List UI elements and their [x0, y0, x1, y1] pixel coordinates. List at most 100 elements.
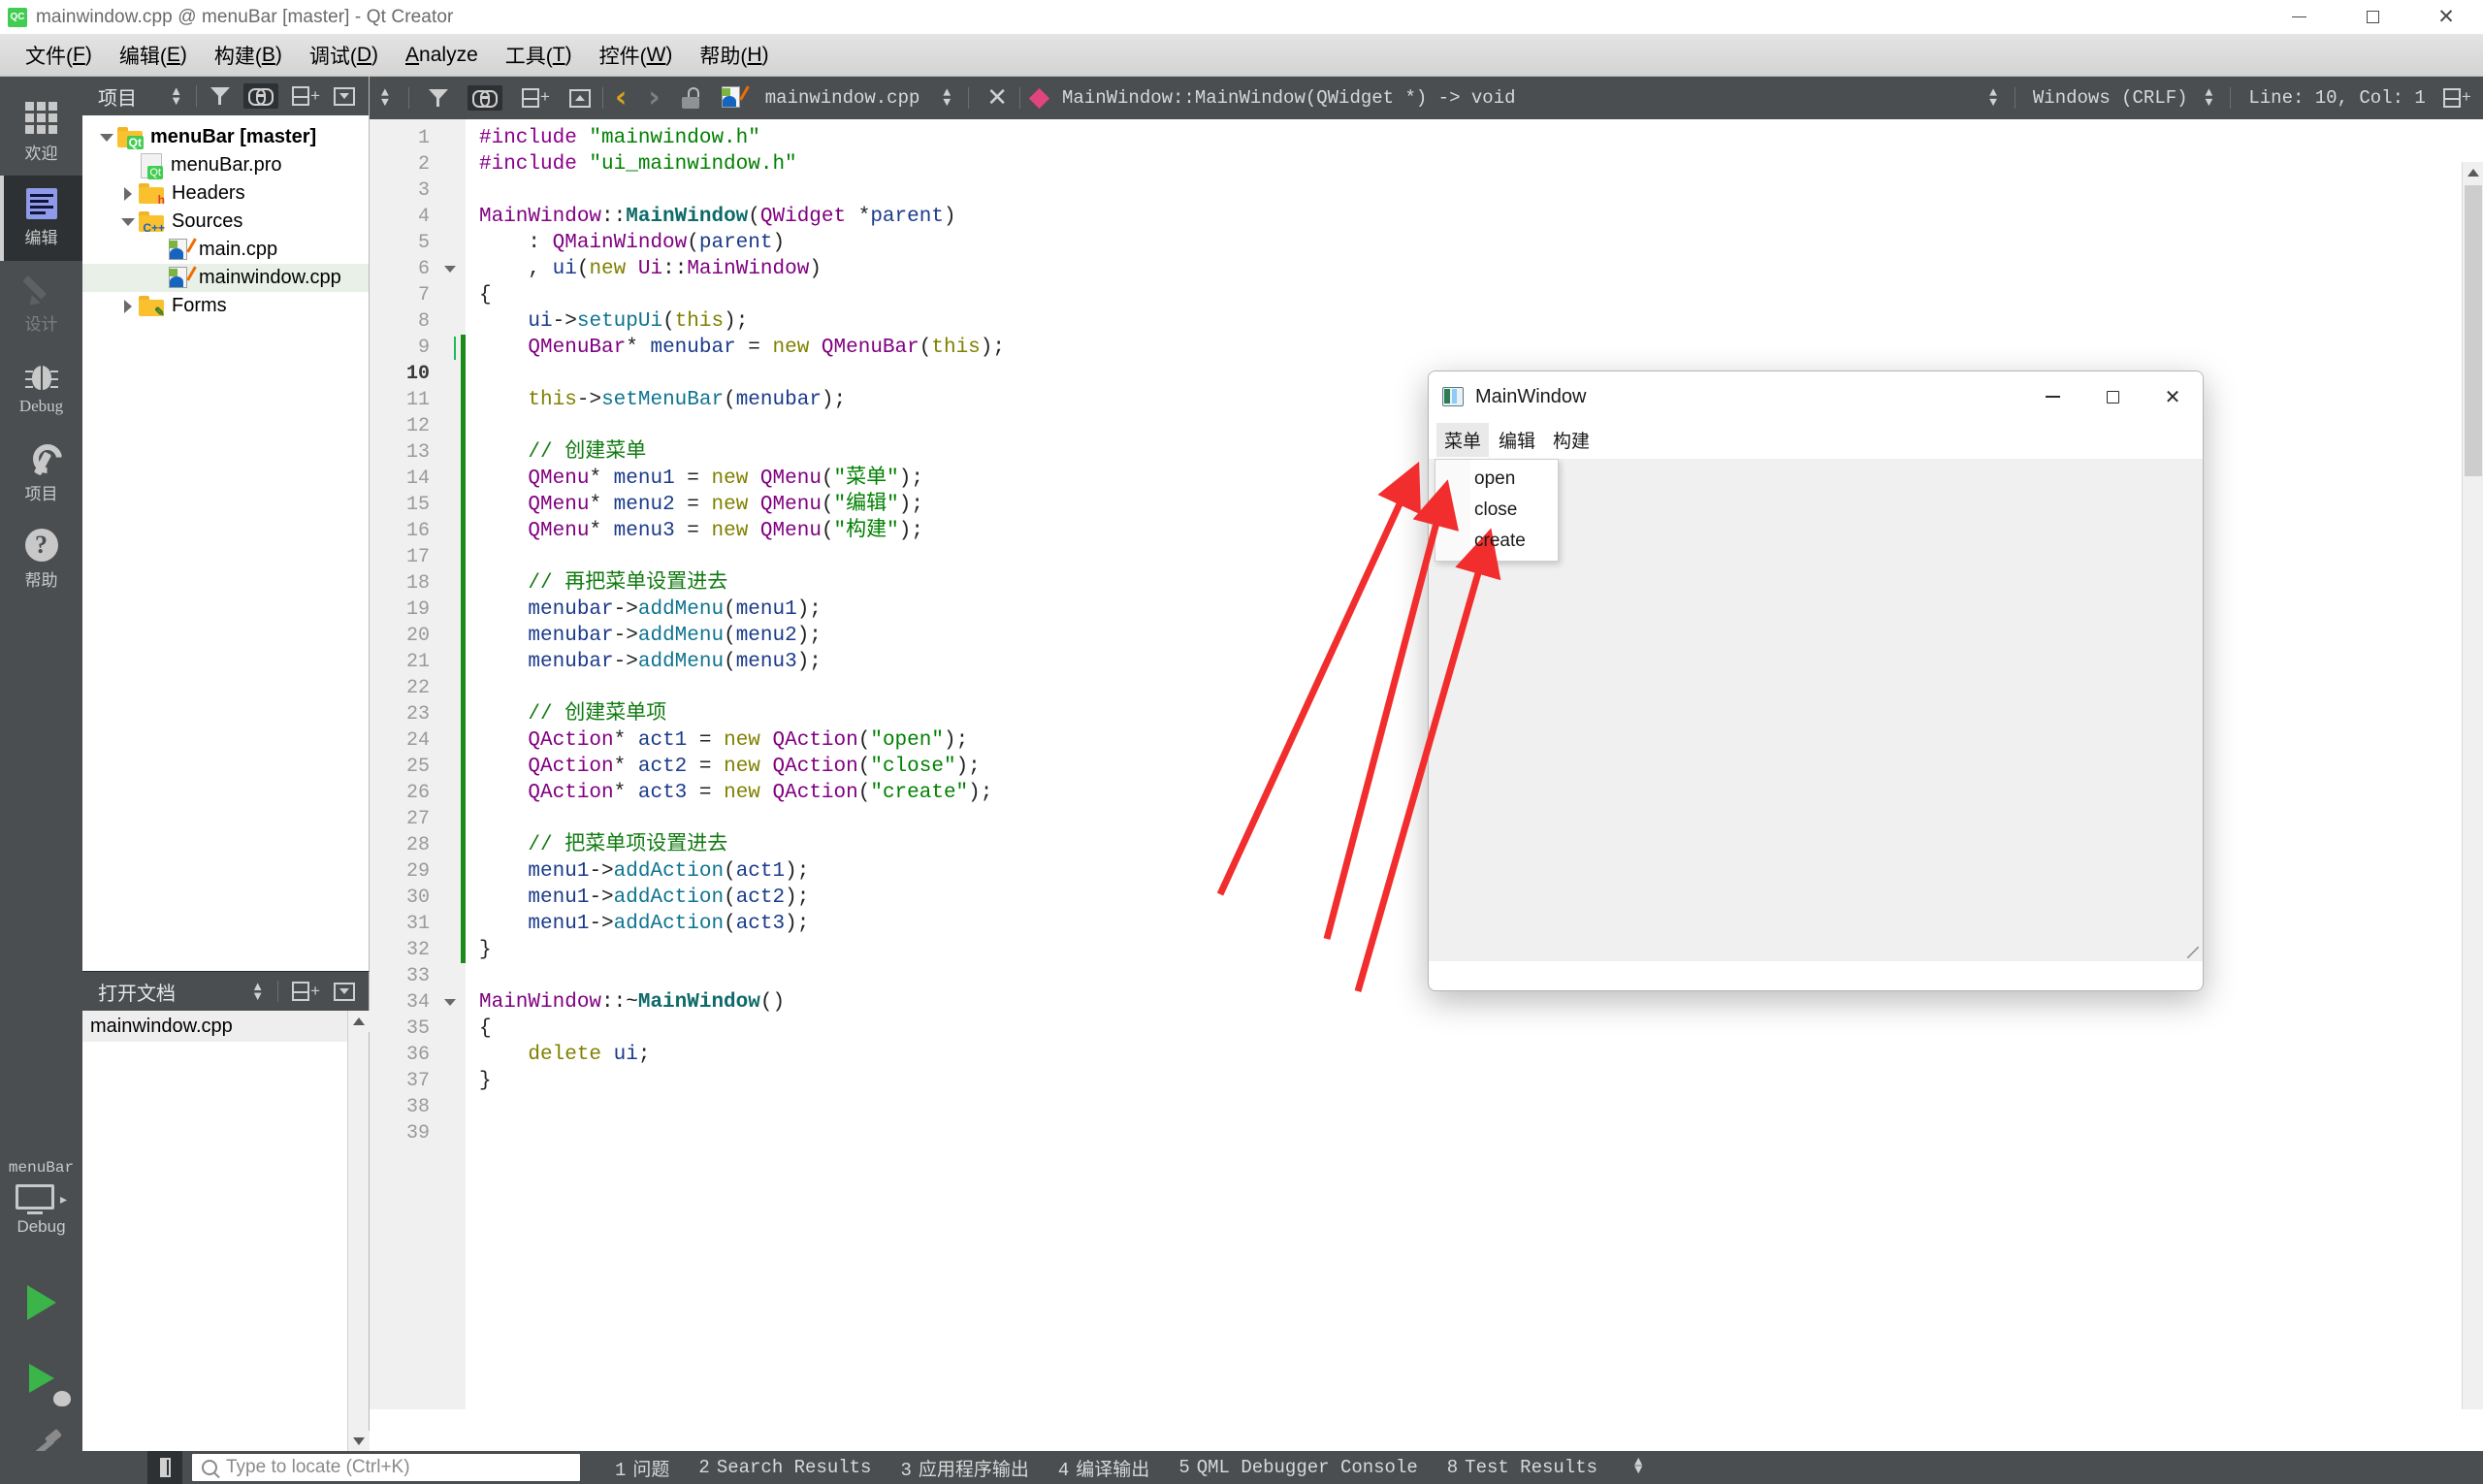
split-editor-button[interactable]: + [2442, 88, 2471, 108]
split-button[interactable]: + [292, 86, 320, 106]
menu-tools[interactable]: 工具(T) [492, 35, 586, 77]
run-button[interactable] [0, 1265, 82, 1340]
mainwindow-app-window[interactable]: MainWindow ✕ 菜单 编辑 构建 open close create [1428, 371, 2204, 991]
tree-item-mainwindow-cpp[interactable]: mainwindow.cpp [82, 264, 369, 292]
mode-welcome[interactable]: 欢迎 [0, 90, 82, 176]
filter-icon[interactable] [210, 87, 231, 105]
menu-item-open[interactable]: open [1435, 464, 1558, 495]
app-menu-bianji[interactable]: 编辑 [1491, 423, 1543, 457]
app-menu-caidan[interactable]: 菜单 [1436, 423, 1490, 457]
start-debugging-button[interactable] [0, 1340, 82, 1416]
scroll-up-arrow-icon[interactable] [2463, 162, 2483, 183]
menu-file[interactable]: 文件(F) [12, 35, 106, 77]
menu-build[interactable]: 构建(B) [201, 35, 296, 77]
symbol-dropdown[interactable]: ▲ ▼ [1989, 86, 1997, 108]
scroll-down-arrow-icon[interactable] [348, 1431, 370, 1452]
filter-icon[interactable] [428, 89, 448, 107]
lock-icon[interactable] [681, 87, 699, 109]
panel-selector-dropdown[interactable]: ▲ ▼ [251, 980, 264, 1001]
code-folding-column[interactable] [439, 119, 461, 1409]
close-button[interactable]: ✕ [2409, 0, 2483, 35]
resize-grip-icon[interactable] [2187, 947, 2199, 958]
mode-design[interactable]: 设计 [0, 261, 82, 346]
code-line[interactable]: ui->setupUi(this); [479, 308, 2483, 335]
open-document-item[interactable]: mainwindow.cpp [82, 1011, 369, 1042]
app-maximize-button[interactable] [2082, 371, 2143, 422]
close-panel-icon[interactable] [334, 982, 355, 1001]
app-minimize-button[interactable] [2022, 371, 2082, 422]
open-documents-scrollbar[interactable] [347, 1011, 370, 1452]
locator-input[interactable]: Type to locate (Ctrl+K) [192, 1454, 580, 1481]
editor-symbol-name[interactable]: MainWindow::MainWindow(QWidget *) -> voi… [1062, 87, 1515, 109]
menu-analyze[interactable]: Analyze [392, 35, 492, 77]
code-line[interactable] [479, 177, 2483, 204]
line-ending-dropdown[interactable]: ▲ ▼ [2206, 86, 2213, 108]
expand-toggle[interactable] [117, 186, 139, 201]
close-editor-icon[interactable] [569, 88, 592, 108]
app-menu-goujian[interactable]: 构建 [1545, 423, 1597, 457]
mode-debug[interactable]: Debug [0, 346, 82, 432]
menu-help[interactable]: 帮助(H) [686, 35, 782, 77]
tree-item-forms[interactable]: ✎ Forms [82, 292, 369, 320]
menu-debug[interactable]: 调试(D) [296, 35, 392, 77]
code-line[interactable]: #include "ui_mainwindow.h" [479, 151, 2483, 177]
close-document-icon[interactable]: ✕ [986, 83, 1008, 113]
code-line[interactable]: , ui(new Ui::MainWindow) [479, 256, 2483, 282]
code-line[interactable] [479, 1120, 2483, 1146]
document-dropdown[interactable]: ▲ ▼ [943, 86, 951, 108]
code-line[interactable]: } [479, 1068, 2483, 1094]
mode-projects[interactable]: 项目 [0, 432, 82, 517]
fold-toggle-icon[interactable] [439, 256, 461, 282]
output-pane-application-output[interactable]: 3 应用程序输出 [900, 1455, 1028, 1481]
scrollbar-thumb[interactable] [2465, 185, 2482, 476]
go-forward-icon[interactable]: › [648, 83, 660, 113]
editor-document-name[interactable]: mainwindow.cpp [765, 87, 920, 109]
split-button[interactable]: + [521, 88, 550, 108]
menu-widgets[interactable]: 控件(W) [586, 35, 687, 77]
expand-toggle[interactable] [96, 133, 117, 142]
fold-toggle-icon[interactable] [439, 989, 461, 1016]
code-line[interactable]: { [479, 1016, 2483, 1042]
code-line[interactable]: QMenuBar* menubar = new QMenuBar(this); [479, 335, 2483, 361]
panel-selector-dropdown[interactable]: ▲ ▼ [170, 84, 182, 106]
maximize-button[interactable] [2336, 0, 2409, 35]
code-line[interactable]: delete ui; [479, 1042, 2483, 1068]
code-line[interactable]: { [479, 282, 2483, 308]
close-panel-icon[interactable] [334, 86, 355, 106]
mode-edit[interactable]: 编辑 [0, 176, 82, 261]
sync-with-editor-button[interactable] [467, 85, 502, 111]
code-line[interactable]: MainWindow::~MainWindow() [479, 989, 2483, 1016]
expand-toggle[interactable] [117, 299, 139, 313]
editor-scrollbar[interactable] [2462, 162, 2483, 1409]
mode-help[interactable]: ? 帮助 [0, 517, 82, 602]
menu-item-create[interactable]: create [1435, 526, 1558, 557]
tree-item-project[interactable]: Qt menuBar [master] [82, 123, 369, 151]
code-line[interactable]: : QMainWindow(parent) [479, 230, 2483, 256]
sync-with-editor-button[interactable] [243, 83, 279, 109]
menu-item-close[interactable]: close [1435, 495, 1558, 526]
tree-item-sources[interactable]: C++ Sources [82, 208, 369, 236]
code-line[interactable]: MainWindow::MainWindow(QWidget *parent) [479, 204, 2483, 230]
output-pane-test-results[interactable]: 8 Test Results [1447, 1457, 1597, 1478]
output-pane-search-results[interactable]: 2 Search Results [698, 1457, 871, 1478]
tree-item-headers[interactable]: h Headers [82, 179, 369, 208]
code-line[interactable] [479, 1094, 2483, 1120]
go-back-icon[interactable]: ‹ [615, 83, 627, 113]
line-ending-selector[interactable]: Windows (CRLF) [2033, 87, 2188, 109]
app-close-button[interactable]: ✕ [2143, 371, 2203, 422]
output-pane-qml-debugger[interactable]: 5 QML Debugger Console [1178, 1457, 1417, 1478]
output-pane-dropdown[interactable]: ▲ ▼ [1634, 1457, 1642, 1477]
toggle-sidebar-button[interactable] [147, 1451, 182, 1484]
tree-item-pro-file[interactable]: Qt menuBar.pro [82, 151, 369, 179]
output-pane-compile-output[interactable]: 4 编译输出 [1058, 1455, 1149, 1481]
split-button[interactable]: + [292, 982, 320, 1001]
kit-selector[interactable]: menuBar ▸ Debug [0, 1153, 82, 1244]
expand-toggle[interactable] [117, 217, 139, 226]
scroll-up-arrow-icon[interactable] [348, 1011, 370, 1032]
document-selector-dropdown[interactable]: ▲ ▼ [381, 86, 389, 108]
menu-edit[interactable]: 编辑(E) [106, 35, 201, 77]
tree-item-main-cpp[interactable]: main.cpp [82, 236, 369, 264]
output-pane-issues[interactable]: 1 问题 [615, 1455, 669, 1481]
minimize-button[interactable] [2262, 0, 2336, 35]
code-line[interactable]: #include "mainwindow.h" [479, 125, 2483, 151]
